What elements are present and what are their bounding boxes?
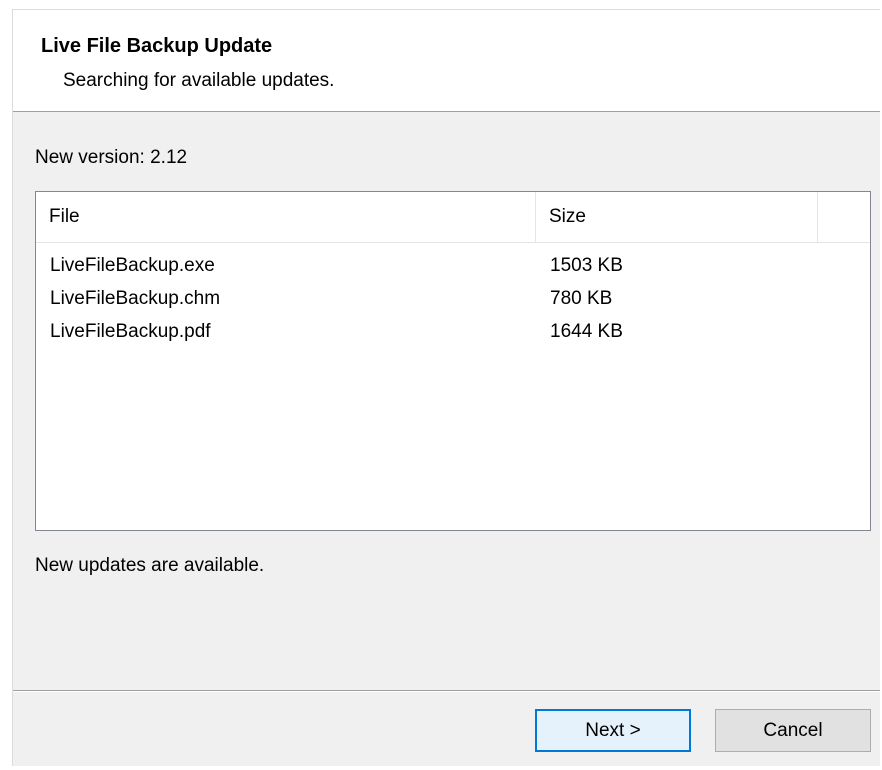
list-item[interactable]: LiveFileBackup.exe 1503 KB	[36, 249, 870, 282]
update-file-list[interactable]: File Size LiveFileBackup.exe 1503 KB Liv…	[35, 191, 871, 531]
footer-divider	[13, 690, 880, 692]
file-size: 780 KB	[550, 288, 613, 309]
list-item[interactable]: LiveFileBackup.pdf 1644 KB	[36, 315, 870, 348]
file-size: 1503 KB	[550, 255, 623, 276]
file-size: 1644 KB	[550, 321, 623, 342]
file-name: LiveFileBackup.exe	[50, 255, 215, 276]
dialog-header: Live File Backup Update Searching for av…	[13, 10, 880, 112]
dialog-subtitle: Searching for available updates.	[63, 70, 335, 91]
column-header-file[interactable]: File	[36, 192, 536, 242]
new-version-label: New version: 2.12	[35, 147, 188, 168]
update-dialog: Live File Backup Update Searching for av…	[12, 9, 880, 766]
dialog-title: Live File Backup Update	[41, 35, 273, 57]
column-header-size[interactable]: Size	[536, 192, 818, 242]
list-body: LiveFileBackup.exe 1503 KB LiveFileBacku…	[36, 249, 870, 348]
status-message: New updates are available.	[35, 555, 265, 576]
file-name: LiveFileBackup.chm	[50, 288, 221, 309]
next-button[interactable]: Next >	[535, 709, 691, 752]
column-header-filler	[818, 192, 870, 242]
list-header: File Size	[36, 192, 870, 243]
file-name: LiveFileBackup.pdf	[50, 321, 211, 342]
list-item[interactable]: LiveFileBackup.chm 780 KB	[36, 282, 870, 315]
cancel-button[interactable]: Cancel	[715, 709, 871, 752]
